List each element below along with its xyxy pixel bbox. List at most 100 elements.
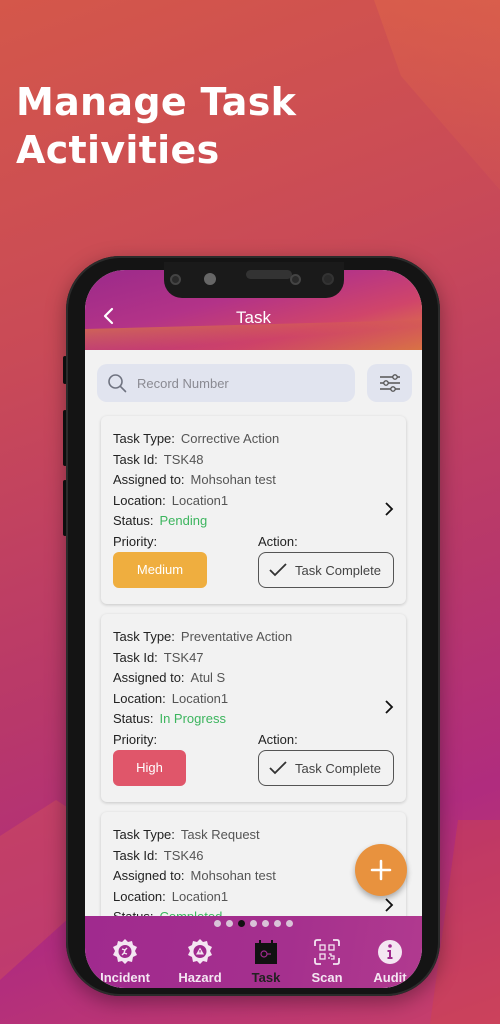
location-row: Location: Location1 — [113, 691, 228, 706]
chevron-right-icon[interactable] — [382, 700, 396, 714]
action-label: Action: — [258, 534, 298, 549]
task-id-value: TSK46 — [163, 848, 204, 863]
page-title: Task — [236, 308, 271, 327]
search-box — [97, 364, 355, 402]
speaker-grille — [246, 270, 292, 279]
nav-label: Incident — [100, 970, 150, 985]
page-dot[interactable] — [214, 920, 221, 927]
status-label: Status: — [113, 711, 154, 726]
nav-label: Scan — [311, 970, 343, 985]
priority-label: Priority: — [113, 732, 158, 747]
chevron-right-icon[interactable] — [382, 502, 396, 516]
task-complete-label: Task Complete — [295, 761, 381, 776]
task-type-label: Task Type: — [113, 431, 175, 446]
nav-label: Hazard — [178, 970, 222, 985]
location-row: Location: Location1 — [113, 493, 228, 508]
assigned-to-value: Mohsohan test — [190, 868, 276, 883]
search-icon — [108, 374, 127, 393]
bottom-nav: Incident Hazard Task Scan Audit — [85, 916, 422, 988]
page-dot[interactable] — [274, 920, 281, 927]
search-input[interactable] — [137, 364, 347, 402]
action-label: Action: — [258, 732, 298, 747]
nav-item-scan[interactable]: Scan — [296, 934, 358, 985]
sensor-icon — [170, 274, 181, 285]
headline-line-1: Manage Task — [16, 80, 297, 124]
assigned-to-label: Assigned to: — [113, 472, 185, 487]
task-type-value: Corrective Action — [180, 431, 280, 446]
task-calendar-icon — [255, 940, 277, 964]
task-id-label: Task Id: — [113, 848, 158, 863]
task-id-row: Task Id: TSK48 — [113, 452, 204, 467]
assigned-to-label: Assigned to: — [113, 868, 185, 883]
location-row: Location: Location1 — [113, 889, 228, 904]
task-id-row: Task Id: TSK47 — [113, 650, 204, 665]
assigned-to-row: Assigned to: Mohsohan test — [113, 472, 276, 487]
assigned-to-row: Assigned to: Mohsohan test — [113, 868, 276, 883]
incident-gear-icon — [113, 939, 137, 964]
nav-label: Audit — [373, 970, 407, 985]
page-dot-active[interactable] — [238, 920, 245, 927]
assigned-to-row: Assigned to: Atul S — [113, 670, 225, 685]
add-task-button[interactable] — [355, 844, 407, 896]
task-id-value: TSK48 — [163, 452, 204, 467]
chevron-right-icon[interactable] — [382, 898, 396, 912]
location-value: Location1 — [171, 889, 229, 904]
task-complete-button[interactable]: Task Complete — [258, 750, 394, 786]
status-label: Status: — [113, 513, 154, 528]
status-value: Pending — [159, 513, 208, 528]
task-type-row: Task Type: Preventative Action — [113, 629, 292, 644]
task-type-row: Task Type: Task Request — [113, 827, 260, 842]
nav-item-hazard[interactable]: Hazard — [169, 934, 231, 985]
camera-icon — [322, 273, 334, 285]
assigned-to-value: Mohsohan test — [190, 472, 276, 487]
assigned-to-value: Atul S — [190, 670, 226, 685]
task-id-label: Task Id: — [113, 452, 158, 467]
filter-button[interactable] — [367, 364, 412, 402]
task-type-value: Task Request — [180, 827, 260, 842]
page-dot[interactable] — [262, 920, 269, 927]
search-row — [97, 364, 412, 402]
task-card[interactable]: Task Type: Preventative Action Task Id: TS… — [101, 614, 406, 802]
task-type-label: Task Type: — [113, 827, 175, 842]
page-dot[interactable] — [226, 920, 233, 927]
headline: Manage Task Activities — [16, 78, 296, 174]
nav-label: Task — [251, 970, 281, 985]
plus-icon — [370, 859, 392, 881]
task-type-label: Task Type: — [113, 629, 175, 644]
sensor-icon — [290, 274, 301, 285]
background-shape — [430, 820, 500, 1024]
hazard-gear-icon — [188, 939, 212, 964]
task-complete-label: Task Complete — [295, 563, 381, 578]
phone-screen: Task Task Type: Corrective Action Task — [85, 270, 422, 988]
nav-item-task[interactable]: Task — [235, 934, 297, 985]
sensor-icon — [204, 273, 216, 285]
priority-label: Priority: — [113, 534, 158, 549]
phone-notch — [164, 262, 344, 298]
page-dot[interactable] — [286, 920, 293, 927]
status-row: Status: Pending — [113, 513, 207, 528]
task-id-label: Task Id: — [113, 650, 158, 665]
task-type-row: Task Type: Corrective Action — [113, 431, 279, 446]
page-dot[interactable] — [250, 920, 257, 927]
location-label: Location: — [113, 493, 166, 508]
task-complete-button[interactable]: Task Complete — [258, 552, 394, 588]
qr-scan-icon — [314, 939, 340, 965]
headline-line-2: Activities — [16, 128, 220, 172]
task-id-row: Task Id: TSK46 — [113, 848, 204, 863]
check-icon — [269, 563, 287, 577]
location-value: Location1 — [171, 493, 229, 508]
location-label: Location: — [113, 889, 166, 904]
assigned-to-label: Assigned to: — [113, 670, 185, 685]
nav-item-audit[interactable]: Audit — [359, 934, 421, 985]
sliders-icon — [380, 374, 400, 392]
task-card[interactable]: Task Type: Corrective Action Task Id: TSK4… — [101, 416, 406, 604]
status-row: Status: In Progress — [113, 711, 226, 726]
background-shape — [374, 0, 500, 190]
status-value: In Progress — [159, 711, 226, 726]
location-value: Location1 — [171, 691, 229, 706]
task-type-value: Preventative Action — [180, 629, 293, 644]
info-icon — [378, 940, 402, 964]
nav-item-incident[interactable]: Incident — [94, 934, 156, 985]
page-indicator — [85, 920, 422, 927]
check-icon — [269, 761, 287, 775]
